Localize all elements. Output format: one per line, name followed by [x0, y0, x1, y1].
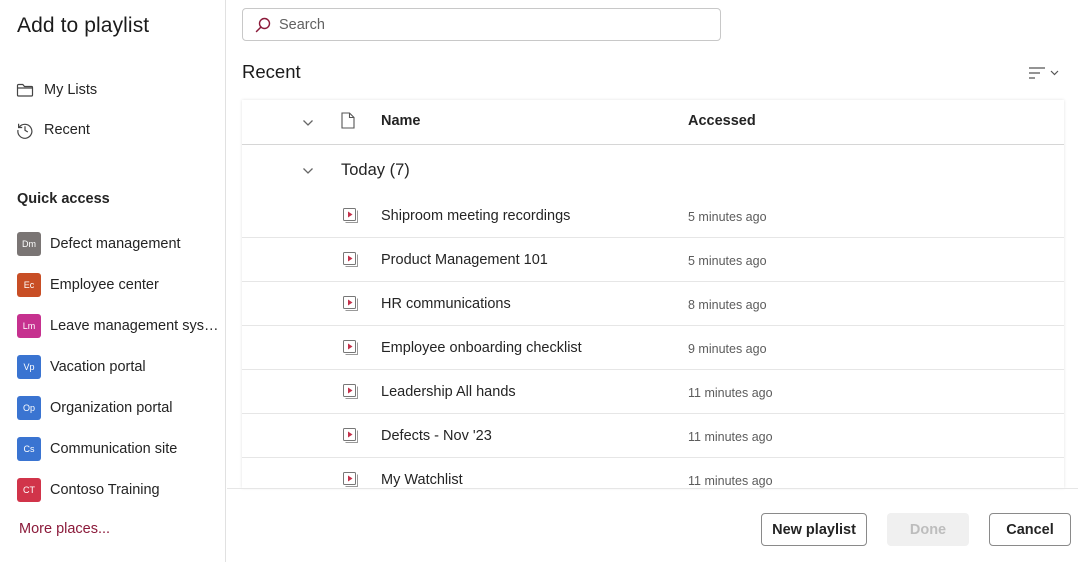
file-list: Name Accessed Today (7) Shiproom meeting… — [242, 100, 1064, 488]
row-name: Leadership All hands — [381, 384, 516, 400]
playlist-icon — [342, 471, 359, 488]
search-input[interactable] — [279, 16, 699, 33]
site-avatar: Lm — [17, 314, 41, 338]
quick-access-item-vacation-portal[interactable]: Vp Vacation portal — [17, 354, 222, 380]
site-avatar: Cs — [17, 437, 41, 461]
chevron-down-icon — [1050, 70, 1059, 76]
folder-icon — [16, 81, 34, 99]
collapse-group-chevron-icon[interactable] — [302, 162, 314, 180]
dialog-title: Add to playlist — [17, 14, 150, 37]
quick-access-title: Quick access — [17, 191, 110, 207]
site-avatar: CT — [17, 478, 41, 502]
group-label: Today (7) — [341, 161, 410, 179]
quick-access-label: Vacation portal — [50, 359, 146, 375]
row-name: Product Management 101 — [381, 252, 548, 268]
row-name: My Watchlist — [381, 472, 463, 488]
row-name: Shiproom meeting recordings — [381, 208, 571, 224]
row-accessed: 11 minutes ago — [688, 386, 773, 400]
playlist-icon — [342, 295, 359, 317]
sort-lines-icon — [1028, 65, 1046, 81]
nav-item-my-lists[interactable]: My Lists — [16, 78, 97, 102]
quick-access-item-leave-management[interactable]: Lm Leave management system — [17, 313, 222, 339]
site-avatar: Vp — [17, 355, 41, 379]
row-name: HR communications — [381, 296, 511, 312]
nav-label-recent: Recent — [44, 122, 90, 138]
quick-access-item-defect-management[interactable]: Dm Defect management — [17, 231, 222, 257]
playlist-icon — [342, 207, 359, 229]
search-box[interactable] — [242, 8, 721, 41]
list-row[interactable]: Shiproom meeting recordings 5 minutes ag… — [242, 194, 1064, 238]
quick-access-label: Employee center — [50, 277, 159, 293]
playlist-icon — [342, 383, 359, 405]
column-header-name[interactable]: Name — [381, 113, 421, 129]
done-button[interactable]: Done — [887, 513, 969, 546]
new-playlist-button[interactable]: New playlist — [761, 513, 867, 546]
footer-divider — [227, 488, 1078, 489]
site-avatar: Dm — [17, 232, 41, 256]
playlist-icon — [342, 251, 359, 273]
quick-access-item-organization-portal[interactable]: Op Organization portal — [17, 395, 222, 421]
row-name: Employee onboarding checklist — [381, 340, 582, 356]
playlist-icon — [342, 427, 359, 449]
quick-access-label: Organization portal — [50, 400, 173, 416]
more-places-link[interactable]: More places... — [19, 521, 110, 537]
cancel-button[interactable]: Cancel — [989, 513, 1071, 546]
collapse-all-chevron-icon[interactable] — [302, 114, 318, 130]
quick-access-label: Contoso Training — [50, 482, 160, 498]
search-icon — [255, 17, 271, 33]
group-header-today: Today (7) — [242, 146, 1064, 194]
list-header: Name Accessed — [242, 100, 1064, 145]
site-avatar: Op — [17, 396, 41, 420]
list-row[interactable]: HR communications 8 minutes ago — [242, 282, 1064, 326]
sort-view-button[interactable] — [1028, 62, 1068, 84]
quick-access-label: Communication site — [50, 441, 178, 457]
row-name: Defects - Nov '23 — [381, 428, 492, 444]
site-avatar: Ec — [17, 273, 41, 297]
quick-access-item-contoso-training[interactable]: CT Contoso Training — [17, 477, 222, 503]
history-icon — [16, 121, 34, 139]
quick-access-item-employee-center[interactable]: Ec Employee center — [17, 272, 222, 298]
column-header-accessed[interactable]: Accessed — [688, 113, 756, 129]
playlist-icon — [342, 339, 359, 361]
sidebar: Add to playlist My Lists Recent Quick ac… — [0, 0, 226, 562]
nav-item-recent[interactable]: Recent — [16, 118, 90, 142]
list-row[interactable]: Employee onboarding checklist 9 minutes … — [242, 326, 1064, 370]
row-accessed: 5 minutes ago — [688, 210, 767, 224]
quick-access-label: Defect management — [50, 236, 181, 252]
file-type-icon — [341, 112, 355, 134]
row-accessed: 5 minutes ago — [688, 254, 767, 268]
row-accessed: 9 minutes ago — [688, 342, 767, 356]
section-title: Recent — [242, 61, 301, 82]
list-row[interactable]: My Watchlist 11 minutes ago — [242, 458, 1064, 488]
row-accessed: 11 minutes ago — [688, 474, 773, 488]
row-accessed: 8 minutes ago — [688, 298, 767, 312]
list-row[interactable]: Leadership All hands 11 minutes ago — [242, 370, 1064, 414]
quick-access-item-communication-site[interactable]: Cs Communication site — [17, 436, 222, 462]
list-row[interactable]: Product Management 101 5 minutes ago — [242, 238, 1064, 282]
nav-label-my-lists: My Lists — [44, 82, 98, 98]
row-accessed: 11 minutes ago — [688, 430, 773, 444]
quick-access-label: Leave management system — [50, 318, 222, 334]
list-row[interactable]: Defects - Nov '23 11 minutes ago — [242, 414, 1064, 458]
